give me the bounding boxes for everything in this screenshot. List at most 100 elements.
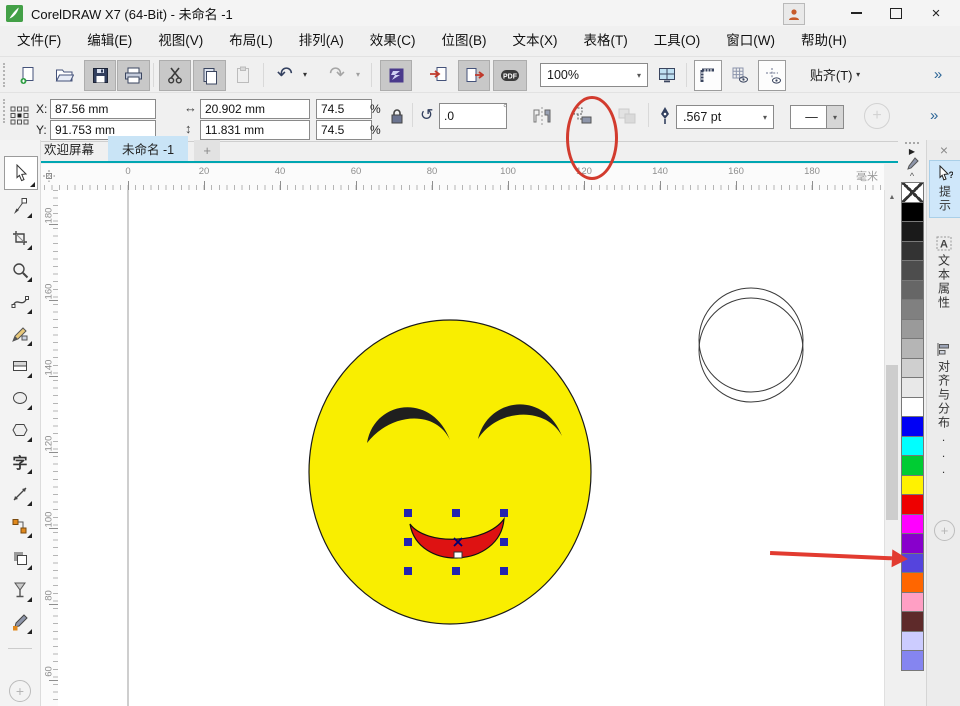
menu-bitmaps[interactable]: 位图(B) <box>429 26 500 56</box>
palette-swatch-green[interactable] <box>901 455 924 476</box>
show-grid-toggle[interactable] <box>726 60 752 89</box>
menu-layout[interactable]: 布局(L) <box>216 26 286 56</box>
transparency-tool[interactable] <box>6 576 34 604</box>
x-position-input[interactable] <box>50 99 156 119</box>
color-eyedropper-tool[interactable] <box>6 608 34 636</box>
outline-circle-1[interactable] <box>699 288 803 392</box>
docker-tab-text-properties[interactable]: A 文本属性 <box>929 232 959 314</box>
user-account-icon[interactable] <box>783 3 805 25</box>
menu-arrange[interactable]: 排列(A) <box>286 26 357 56</box>
palette-swatch-pale-lavender[interactable] <box>901 631 924 652</box>
palette-eyedropper-icon[interactable] <box>906 157 919 172</box>
palette-swatch-black[interactable] <box>901 202 924 223</box>
ruler-horizontal[interactable]: 毫米 020406080100120140160180 <box>40 164 884 191</box>
print-button[interactable] <box>117 60 150 91</box>
drop-shadow-tool[interactable] <box>6 544 34 572</box>
docker-add-button[interactable]: + <box>934 520 955 541</box>
menu-effects[interactable]: 效果(C) <box>357 26 429 56</box>
save-button[interactable] <box>84 60 116 91</box>
ruler-vertical[interactable]: 1801601401201008060 <box>40 190 59 706</box>
outline-width-combo[interactable]: .567 pt ▾ <box>676 105 774 129</box>
selection-handle[interactable] <box>404 538 412 546</box>
dimension-tool[interactable] <box>6 480 34 508</box>
selection-handle[interactable] <box>404 567 412 575</box>
scroll-up-button[interactable]: ▲ <box>885 190 899 205</box>
scale-v-input[interactable] <box>316 120 372 140</box>
palette-flyout-icon[interactable]: ▶ <box>909 147 915 157</box>
palette-swatch-no-color[interactable] <box>901 182 924 203</box>
copy-button[interactable] <box>193 60 226 91</box>
polygon-tool[interactable] <box>6 416 34 444</box>
shape-tool[interactable] <box>6 192 34 220</box>
propbar-grip[interactable] <box>3 99 5 123</box>
outline-circle-2[interactable] <box>699 298 803 402</box>
palette-swatch-70-black[interactable] <box>901 260 924 281</box>
minimize-button[interactable] <box>836 1 876 25</box>
lock-ratio-icon[interactable] <box>390 108 404 125</box>
palette-swatch-blue[interactable] <box>901 416 924 437</box>
undo-dropdown[interactable]: ▾ <box>299 60 311 89</box>
text-tool[interactable]: 字 <box>6 448 34 476</box>
menu-view[interactable]: 视图(V) <box>145 26 216 56</box>
palette-scroll-up[interactable]: ^ <box>910 172 914 181</box>
palette-swatch-periwinkle[interactable] <box>901 650 924 671</box>
selection-handle[interactable] <box>500 538 508 546</box>
docker-close-button[interactable]: × <box>927 142 960 158</box>
line-style-caret[interactable]: ▾ <box>826 106 843 128</box>
palette-swatch-90-black[interactable] <box>901 221 924 242</box>
maximize-button[interactable] <box>876 1 916 25</box>
pick-tool[interactable] <box>4 156 38 190</box>
menu-text[interactable]: 文本(X) <box>500 26 571 56</box>
line-style-combo[interactable]: — ▾ <box>790 105 844 129</box>
ellipse-tool[interactable] <box>6 384 34 412</box>
palette-swatch-40-black[interactable] <box>901 319 924 340</box>
import-button[interactable] <box>424 60 452 89</box>
new-document-tab-button[interactable]: + <box>194 140 220 161</box>
outline-width-caret[interactable]: ▾ <box>757 113 773 122</box>
drawing-canvas[interactable] <box>58 190 884 706</box>
palette-swatch-orange[interactable] <box>901 572 924 593</box>
object-width-input[interactable] <box>200 99 310 119</box>
palette-swatch-80-black[interactable] <box>901 241 924 262</box>
toolbar-grip[interactable] <box>3 63 5 87</box>
export-button[interactable] <box>458 60 490 91</box>
mirror-buttons[interactable] <box>530 106 554 126</box>
palette-swatch-30-black[interactable] <box>901 338 924 359</box>
smiley-face-shape[interactable] <box>309 320 591 624</box>
propbar-more-button[interactable]: » <box>930 107 938 124</box>
object-height-input[interactable] <box>200 120 310 140</box>
menu-edit[interactable]: 编辑(E) <box>74 26 145 56</box>
new-document-button[interactable] <box>14 60 42 89</box>
crop-tool[interactable] <box>6 224 34 252</box>
scrollbar-thumb[interactable] <box>886 365 898 520</box>
search-content-button[interactable] <box>380 60 412 91</box>
selection-handle[interactable] <box>500 567 508 575</box>
tab-welcome-screen[interactable]: 欢迎屏幕 <box>30 136 108 161</box>
palette-swatch-cyan[interactable] <box>901 436 924 457</box>
menu-help[interactable]: 帮助(H) <box>788 26 860 56</box>
palette-swatch-50-black[interactable] <box>901 299 924 320</box>
palette-swatch-red[interactable] <box>901 494 924 515</box>
selection-handle[interactable] <box>404 509 412 517</box>
zoom-tool[interactable] <box>6 256 34 284</box>
open-button[interactable] <box>50 60 78 89</box>
close-button[interactable]: × <box>916 1 956 25</box>
palette-swatch-magenta[interactable] <box>901 514 924 535</box>
smart-drawing-tool[interactable] <box>6 320 34 348</box>
palette-swatch-pink[interactable] <box>901 592 924 613</box>
menu-table[interactable]: 表格(T) <box>571 26 641 56</box>
selection-handle[interactable] <box>452 567 460 575</box>
snap-to-dropdown[interactable]: 贴齐(T) ▾ <box>798 60 872 89</box>
tab-untitled-1[interactable]: 未命名 -1 <box>108 136 188 161</box>
palette-swatch-20-black[interactable] <box>901 358 924 379</box>
undo-button[interactable]: ↶ <box>272 60 298 89</box>
selection-handle[interactable] <box>452 509 460 517</box>
rotation-angle-input[interactable] <box>439 103 507 129</box>
menu-file[interactable]: 文件(F) <box>4 26 74 56</box>
palette-swatch-dark-brown[interactable] <box>901 611 924 632</box>
zoom-level-combo[interactable]: 100% ▾ <box>540 63 648 87</box>
ruler-origin-icon[interactable] <box>42 169 56 183</box>
zoom-combo-caret[interactable]: ▾ <box>631 71 647 80</box>
palette-swatch-60-black[interactable] <box>901 280 924 301</box>
cut-button[interactable] <box>159 60 191 91</box>
